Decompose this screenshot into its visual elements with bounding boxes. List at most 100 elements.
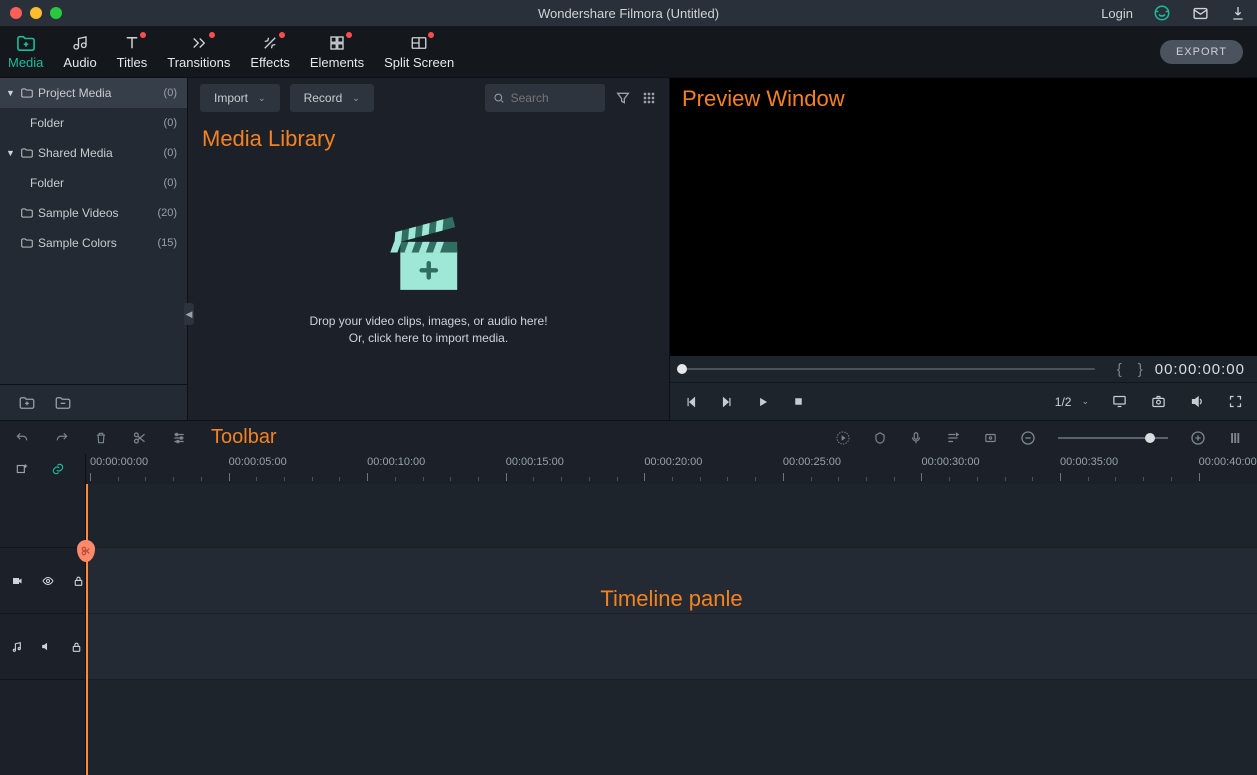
folder-icon [20,147,34,159]
tab-titles[interactable]: Titles [117,33,148,70]
timeline-ruler[interactable]: 00:00:00:0000:00:05:0000:00:10:0000:00:1… [86,454,1257,484]
mid-row: ▼Project Media (0) Folder (0) ▼Shared Me… [0,78,1257,420]
quality-label: 1/2 [1055,395,1072,409]
tree-item-sample-videos[interactable]: Sample Videos (20) [0,198,187,228]
delete-folder-icon[interactable] [54,395,72,411]
tab-split-screen[interactable]: Split Screen [384,33,454,70]
messages-icon[interactable] [1191,4,1209,22]
stop-button[interactable] [792,395,805,408]
preview-scrubber[interactable] [682,368,1095,370]
toolbar-label: Toolbar [211,426,277,449]
delete-button[interactable] [94,430,108,446]
download-icon[interactable] [1229,4,1247,22]
undo-button[interactable] [14,431,30,445]
titlebar-right: Login [1101,4,1247,22]
window-title: Wondershare Filmora (Untitled) [538,6,719,21]
crop-icon[interactable] [983,431,998,445]
tree-item-shared-media[interactable]: ▼Shared Media (0) [0,138,187,168]
minimize-window-button[interactable] [30,7,42,19]
search-input[interactable] [511,91,597,105]
ruler-left-tools [0,454,86,484]
scrubber-handle[interactable] [677,364,687,374]
redo-button[interactable] [54,431,70,445]
zoom-slider[interactable] [1058,437,1168,439]
preview-panel: Preview Window {} 00:00:00:00 1/2⌄ [669,78,1257,420]
mark-in-icon[interactable]: { [1117,361,1122,378]
timeline-playhead[interactable] [86,484,88,775]
snapshot-icon[interactable] [1150,394,1167,409]
main-tabs: Media Audio Titles Transitions Effects E… [0,26,1257,78]
chevron-down-icon: ⌄ [258,93,266,104]
media-dropzone[interactable]: Drop your video clips, images, or audio … [308,215,549,347]
export-button[interactable]: EXPORT [1160,40,1243,64]
marker-icon[interactable] [873,430,887,446]
visibility-icon[interactable] [40,575,56,587]
voiceover-icon[interactable] [909,430,923,446]
preview-quality-dropdown[interactable]: 1/2⌄ [1055,395,1089,409]
ruler-label: 00:00:30:00 [921,456,979,468]
tab-effects[interactable]: Effects [250,33,290,70]
zoom-fit-icon[interactable] [1228,430,1243,446]
lock-icon[interactable] [70,640,83,654]
new-folder-icon[interactable] [18,395,36,411]
zoom-slider-handle[interactable] [1145,433,1155,443]
track-area[interactable]: Timeline panle [86,484,1257,775]
split-button[interactable] [132,430,147,446]
collapse-sidebar-button[interactable]: ◀ [184,303,194,325]
preview-scrubber-row: {} 00:00:00:00 [670,356,1257,382]
tab-media[interactable]: Media [8,33,43,70]
media-body[interactable]: Media Library Drop your video clips, ima… [188,118,669,420]
display-icon[interactable] [1111,394,1128,409]
step-back-button[interactable] [684,395,698,409]
tree-item-folder[interactable]: Folder (0) [0,108,187,138]
tab-label: Audio [63,55,96,70]
zoom-out-button[interactable] [1020,430,1036,446]
tree-item-project-media[interactable]: ▼Project Media (0) [0,78,187,108]
ruler-label: 00:00:00:00 [90,456,148,468]
folder-icon [20,207,34,219]
track-header-audio[interactable] [0,614,85,680]
track-header-video[interactable] [0,548,85,614]
tab-transitions[interactable]: Transitions [167,33,230,70]
tree-item-sample-colors[interactable]: Sample Colors (15) [0,228,187,258]
transitions-icon [188,33,210,53]
track-lane[interactable] [86,484,1257,548]
step-forward-button[interactable] [720,395,734,409]
tree-count: (0) [164,117,177,129]
zoom-in-button[interactable] [1190,430,1206,446]
track-lane-audio[interactable] [86,614,1257,680]
media-sidebar: ▼Project Media (0) Folder (0) ▼Shared Me… [0,78,187,420]
audio-mixer-icon[interactable] [945,431,961,445]
support-icon[interactable] [1153,4,1171,22]
grid-view-icon[interactable] [641,90,657,106]
tab-label: Split Screen [384,55,454,70]
music-icon [70,33,90,53]
timeline-panel-label: Timeline panle [600,586,742,612]
edit-properties-button[interactable] [171,431,187,445]
tree-item-folder[interactable]: Folder (0) [0,168,187,198]
close-window-button[interactable] [10,7,22,19]
folder-icon [20,237,34,249]
login-link[interactable]: Login [1101,6,1133,21]
add-track-icon[interactable] [14,462,30,476]
track-lane[interactable] [86,680,1257,775]
lock-icon[interactable] [72,574,85,588]
mark-out-icon[interactable]: } [1138,361,1143,378]
filter-icon[interactable] [615,90,631,106]
search-input-wrap[interactable] [485,84,605,112]
play-button[interactable] [756,395,770,409]
fullscreen-icon[interactable] [1228,394,1243,409]
audio-track-icon [10,640,23,654]
link-icon[interactable] [50,462,66,476]
ruler-label: 00:00:25:00 [783,456,841,468]
preview-canvas[interactable]: Preview Window [670,78,1257,356]
tab-audio[interactable]: Audio [63,33,96,70]
record-dropdown[interactable]: Record⌄ [290,84,374,112]
mute-icon[interactable] [39,640,54,653]
volume-icon[interactable] [1189,394,1206,409]
maximize-window-button[interactable] [50,7,62,19]
render-preview-icon[interactable] [835,430,851,446]
tree-count: (0) [164,87,177,99]
import-dropdown[interactable]: Import⌄ [200,84,280,112]
tab-elements[interactable]: Elements [310,33,364,70]
